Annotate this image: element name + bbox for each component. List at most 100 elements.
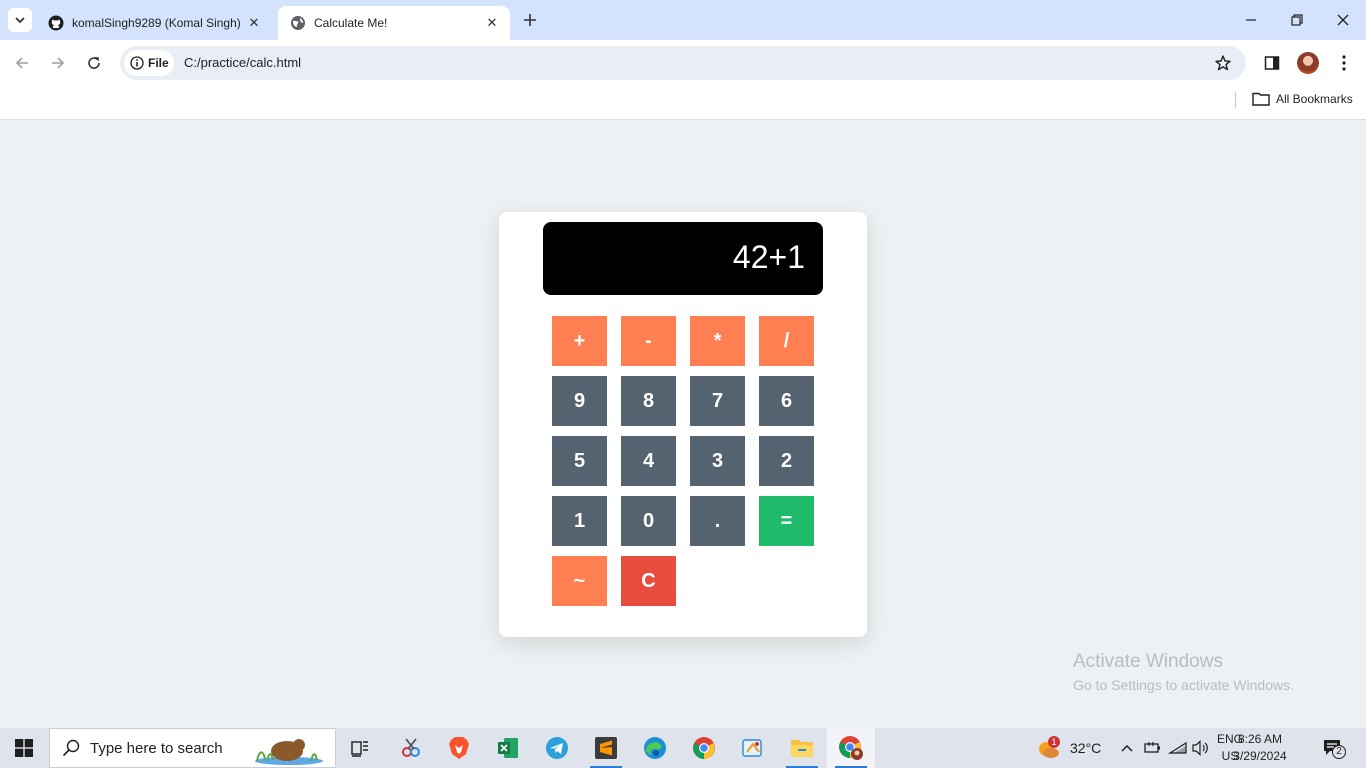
key-clear[interactable]: C <box>621 556 676 606</box>
restore-icon <box>1291 14 1303 26</box>
key-5[interactable]: 5 <box>552 436 607 486</box>
key-minus[interactable]: - <box>621 316 676 366</box>
taskbar-search-box[interactable]: Type here to search <box>49 728 336 768</box>
key-6[interactable]: 6 <box>759 376 814 426</box>
chrome-icon <box>693 737 715 759</box>
tab-calculate-me[interactable]: Calculate Me! ✕ <box>278 6 510 40</box>
key-1[interactable]: 1 <box>552 496 607 546</box>
network-status[interactable] <box>1168 728 1188 768</box>
system-clock[interactable]: 8:26 AM 3/29/2024 <box>1224 731 1296 765</box>
side-panel-button[interactable] <box>1260 51 1284 75</box>
tab-github[interactable]: komalSingh9289 (Komal Singh) ✕ <box>36 6 272 40</box>
key-decimal[interactable]: . <box>690 496 745 546</box>
key-7[interactable]: 7 <box>690 376 745 426</box>
close-tab-icon[interactable]: ✕ <box>484 15 500 31</box>
volume-control[interactable] <box>1192 728 1210 768</box>
minimize-button[interactable] <box>1228 0 1274 40</box>
close-tab-icon[interactable]: ✕ <box>246 15 262 31</box>
edge-app[interactable] <box>631 728 679 768</box>
tab-title: komalSingh9289 (Komal Singh) <box>72 16 241 30</box>
browser-menu-button[interactable] <box>1332 51 1356 75</box>
weather-temperature: 32°C <box>1070 740 1102 756</box>
task-view-button[interactable] <box>336 728 384 768</box>
key-9[interactable]: 9 <box>552 376 607 426</box>
windows-logo-icon <box>15 739 33 757</box>
key-2[interactable]: 2 <box>759 436 814 486</box>
excel-icon <box>498 738 518 758</box>
tab-title: Calculate Me! <box>314 16 388 30</box>
battery-status[interactable] <box>1144 728 1162 768</box>
watermark-subtitle: Go to Settings to activate Windows. <box>1073 677 1294 693</box>
globe-icon <box>291 16 305 30</box>
battery-plug-icon <box>1144 742 1160 753</box>
site-chip-label: File <box>148 56 169 70</box>
close-window-button[interactable] <box>1320 0 1366 40</box>
site-info-chip[interactable]: File <box>124 50 174 76</box>
profile-avatar[interactable] <box>1297 52 1319 74</box>
all-bookmarks-label: All Bookmarks <box>1276 92 1353 106</box>
telegram-app[interactable] <box>533 728 581 768</box>
wifi-icon <box>1168 741 1187 754</box>
chrome-profile-app[interactable] <box>827 728 875 768</box>
key-8[interactable]: 8 <box>621 376 676 426</box>
key-0[interactable]: 0 <box>621 496 676 546</box>
activate-windows-watermark: Activate Windows Go to Settings to activ… <box>1073 651 1294 693</box>
task-view-icon <box>351 741 368 757</box>
notification-center-button[interactable]: 2 <box>1322 728 1346 768</box>
paint-app[interactable] <box>729 728 777 768</box>
bookmark-star-icon[interactable] <box>1214 54 1232 77</box>
browser-toolbar: File C:/practice/calc.html <box>0 40 1366 86</box>
minimize-icon <box>1246 19 1256 21</box>
folder-icon <box>1252 92 1270 106</box>
key-negate[interactable]: ~ <box>552 556 607 606</box>
brave-app[interactable] <box>435 728 483 768</box>
brave-icon <box>449 737 469 759</box>
calculator-display: 42+1 <box>543 222 823 295</box>
restore-button[interactable] <box>1274 0 1320 40</box>
chevron-up-icon <box>1121 744 1133 752</box>
sublime-text-app[interactable] <box>582 728 630 768</box>
weather-widget[interactable]: 1 32°C <box>1036 728 1101 768</box>
tab-strip: komalSingh9289 (Komal Singh) ✕ Calculate… <box>0 0 1366 40</box>
plus-icon <box>524 14 536 26</box>
key-plus[interactable]: + <box>552 316 607 366</box>
clock-date: 3/29/2024 <box>1233 749 1287 763</box>
page-content: 42+1 + - * / 9 8 7 6 5 4 3 2 1 0 . = ~ C… <box>0 121 1366 728</box>
clock-time: 8:26 AM <box>1237 732 1283 746</box>
chrome-profile-icon <box>839 736 863 760</box>
key-multiply[interactable]: * <box>690 316 745 366</box>
side-panel-icon <box>1264 56 1280 70</box>
telegram-icon <box>546 737 568 759</box>
weather-badge: 1 <box>1048 736 1060 748</box>
key-divide[interactable]: / <box>759 316 814 366</box>
new-tab-button[interactable] <box>518 8 542 32</box>
file-explorer-app[interactable] <box>778 728 826 768</box>
edge-icon <box>644 737 666 759</box>
notification-count: 2 <box>1332 745 1346 759</box>
reload-button[interactable] <box>80 49 108 77</box>
forward-button[interactable] <box>44 49 72 77</box>
taskbar: Type here to search 1 32°C ENG US 8:26 A… <box>0 728 1366 768</box>
calculator-card: 42+1 + - * / 9 8 7 6 5 4 3 2 1 0 . = ~ C <box>499 212 867 637</box>
search-highlight-art <box>255 739 323 765</box>
chrome-app[interactable] <box>680 728 728 768</box>
key-3[interactable]: 3 <box>690 436 745 486</box>
key-4[interactable]: 4 <box>621 436 676 486</box>
url-text[interactable]: C:/practice/calc.html <box>184 55 301 70</box>
start-button[interactable] <box>0 728 48 768</box>
snipping-tool-app[interactable] <box>387 728 435 768</box>
key-equals[interactable]: = <box>759 496 814 546</box>
paint-icon <box>742 739 762 757</box>
snipping-tool-icon <box>402 738 420 757</box>
tab-search-button[interactable] <box>8 8 32 32</box>
address-bar[interactable]: File C:/practice/calc.html <box>120 46 1246 80</box>
file-explorer-icon <box>791 740 813 757</box>
all-bookmarks-button[interactable]: All Bookmarks <box>1252 92 1353 106</box>
back-button[interactable] <box>8 49 36 77</box>
speaker-icon <box>1192 740 1208 756</box>
github-icon <box>48 15 64 31</box>
excel-app[interactable] <box>484 728 532 768</box>
bookmarks-divider <box>1235 92 1236 108</box>
bookmarks-bar: All Bookmarks <box>0 86 1366 120</box>
show-hidden-icons-button[interactable] <box>1120 728 1134 768</box>
